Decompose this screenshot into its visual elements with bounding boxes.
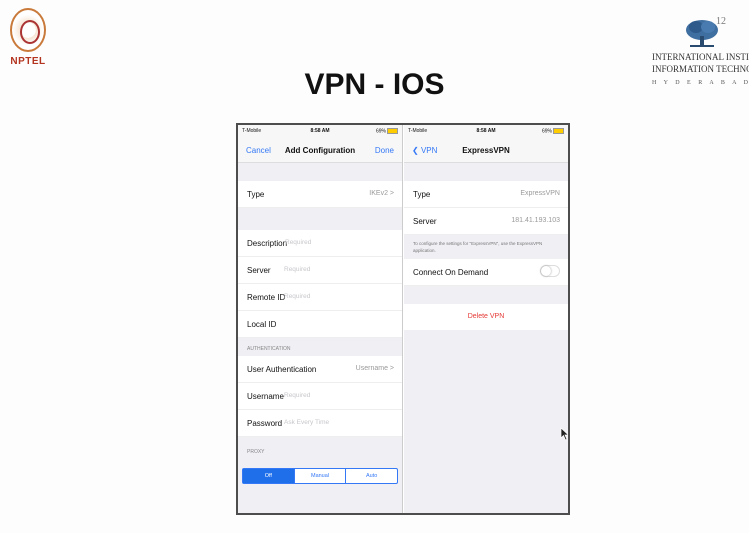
slide-title: VPN - IOS	[304, 68, 445, 101]
type-row: Type ExpressVPN	[404, 181, 568, 208]
remote-id-field[interactable]: Remote ID Required	[238, 284, 402, 311]
proxy-auto-segment[interactable]: Auto	[345, 469, 397, 483]
description-field[interactable]: Description Required	[238, 230, 402, 257]
nptel-emblem-icon	[10, 8, 46, 52]
status-bar: T-Mobile 8:58 AM 69%	[404, 125, 568, 137]
navigation-bar: Cancel Add Configuration Done	[238, 137, 402, 163]
authentication-section-header: AUTHENTICATION	[238, 338, 402, 356]
battery-indicator: 69%	[542, 128, 564, 134]
chevron-left-icon: ❮	[412, 146, 419, 155]
battery-icon	[387, 128, 398, 134]
server-value: 181.41.193.103	[511, 217, 560, 224]
section-gap	[238, 163, 402, 181]
battery-percent: 69%	[541, 128, 552, 135]
connect-on-demand-toggle[interactable]	[540, 265, 560, 277]
username-label: Username	[247, 392, 284, 401]
navigation-bar: ❮ VPN ExpressVPN	[404, 137, 568, 163]
server-label: Server	[413, 217, 437, 226]
done-button[interactable]: Done	[375, 146, 394, 155]
username-field[interactable]: Username Required	[238, 383, 402, 410]
expressvpn-detail-screen: T-Mobile 8:58 AM 69% ❮ VPN ExpressVPN Ty…	[404, 125, 568, 513]
nptel-logo-text: NPTEL	[10, 56, 46, 67]
institute-name-line1: INTERNATIONAL INSTITUTE	[652, 52, 749, 62]
back-label: VPN	[420, 146, 438, 155]
connect-on-demand-row: Connect On Demand	[404, 259, 568, 286]
password-placeholder: Ask Every Time	[284, 419, 330, 426]
type-value: ExpressVPN	[520, 190, 560, 197]
user-authentication-value: Username >	[355, 365, 394, 372]
server-label: Server	[247, 266, 271, 275]
username-placeholder: Required	[284, 392, 311, 399]
section-gap	[238, 208, 402, 230]
type-label: Type	[413, 190, 431, 199]
proxy-segmented-control[interactable]: Off Manual Auto	[242, 468, 398, 484]
proxy-manual-segment[interactable]: Manual	[293, 469, 346, 483]
local-id-label: Local ID	[247, 320, 277, 329]
type-value: IKEv2 >	[369, 190, 394, 197]
ios-screenshot: T-Mobile 8:58 AM 69% Cancel Add Configur…	[236, 123, 570, 515]
configure-note: To configure the settings for "ExpressVP…	[404, 235, 568, 259]
battery-percent: 69%	[375, 128, 386, 135]
password-field[interactable]: Password Ask Every Time	[238, 410, 402, 437]
section-gap	[404, 163, 568, 181]
delete-vpn-label: Delete VPN	[467, 313, 505, 320]
tree-icon	[686, 20, 718, 47]
user-authentication-label: User Authentication	[247, 365, 317, 374]
type-label: Type	[247, 190, 265, 199]
connect-on-demand-label: Connect On Demand	[413, 268, 489, 277]
add-configuration-screen: T-Mobile 8:58 AM 69% Cancel Add Configur…	[238, 125, 403, 513]
user-authentication-row[interactable]: User Authentication Username >	[238, 356, 402, 383]
back-button[interactable]: ❮ VPN	[412, 146, 437, 155]
authentication-header-label: AUTHENTICATION	[247, 346, 291, 352]
description-label: Description	[247, 239, 288, 248]
battery-icon	[553, 128, 564, 134]
mouse-cursor-icon	[560, 427, 568, 441]
remote-id-placeholder: Required	[284, 293, 311, 300]
status-bar: T-Mobile 8:58 AM 69%	[238, 125, 402, 137]
server-field[interactable]: Server Required	[238, 257, 402, 284]
description-placeholder: Required	[285, 239, 312, 246]
delete-vpn-button[interactable]: Delete VPN	[404, 304, 568, 330]
section-gap	[404, 286, 568, 304]
cancel-button[interactable]: Cancel	[246, 146, 271, 155]
server-placeholder: Required	[284, 266, 311, 273]
remote-id-label: Remote ID	[247, 293, 286, 302]
server-row: Server 181.41.193.103	[404, 208, 568, 235]
type-row[interactable]: Type IKEv2 >	[238, 181, 402, 208]
local-id-field[interactable]: Local ID	[238, 311, 402, 338]
battery-indicator: 69%	[376, 128, 398, 134]
proxy-off-segment[interactable]: Off	[243, 469, 294, 483]
password-label: Password	[247, 419, 283, 428]
proxy-header-label: PROXY	[247, 449, 265, 455]
proxy-section-header: PROXY	[238, 437, 402, 459]
